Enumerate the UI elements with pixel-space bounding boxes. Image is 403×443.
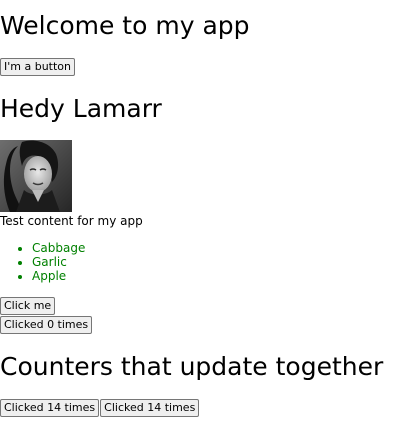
counter-button[interactable]: Clicked 0 times: [0, 316, 93, 334]
profile-photo: [0, 140, 72, 212]
list-item: Cabbage: [32, 241, 85, 255]
click-me-button[interactable]: Click me: [0, 297, 56, 315]
shared-counters-row: Clicked 14 times Clicked 14 times: [0, 399, 200, 417]
main-button[interactable]: I'm a button: [0, 58, 75, 76]
welcome-heading: Welcome to my app: [0, 11, 250, 40]
portrait-photo-icon: [0, 140, 72, 212]
shared-counters-heading: Counters that update together: [0, 352, 384, 381]
shared-counter-button-1[interactable]: Clicked 14 times: [0, 399, 100, 417]
list-item: Apple: [32, 269, 85, 283]
list-item: Garlic: [32, 255, 85, 269]
product-list: Cabbage Garlic Apple: [0, 241, 85, 283]
content-text: Test content for my app: [0, 214, 143, 228]
shared-counter-button-2[interactable]: Clicked 14 times: [100, 399, 200, 417]
profile-name-heading: Hedy Lamarr: [0, 94, 162, 123]
